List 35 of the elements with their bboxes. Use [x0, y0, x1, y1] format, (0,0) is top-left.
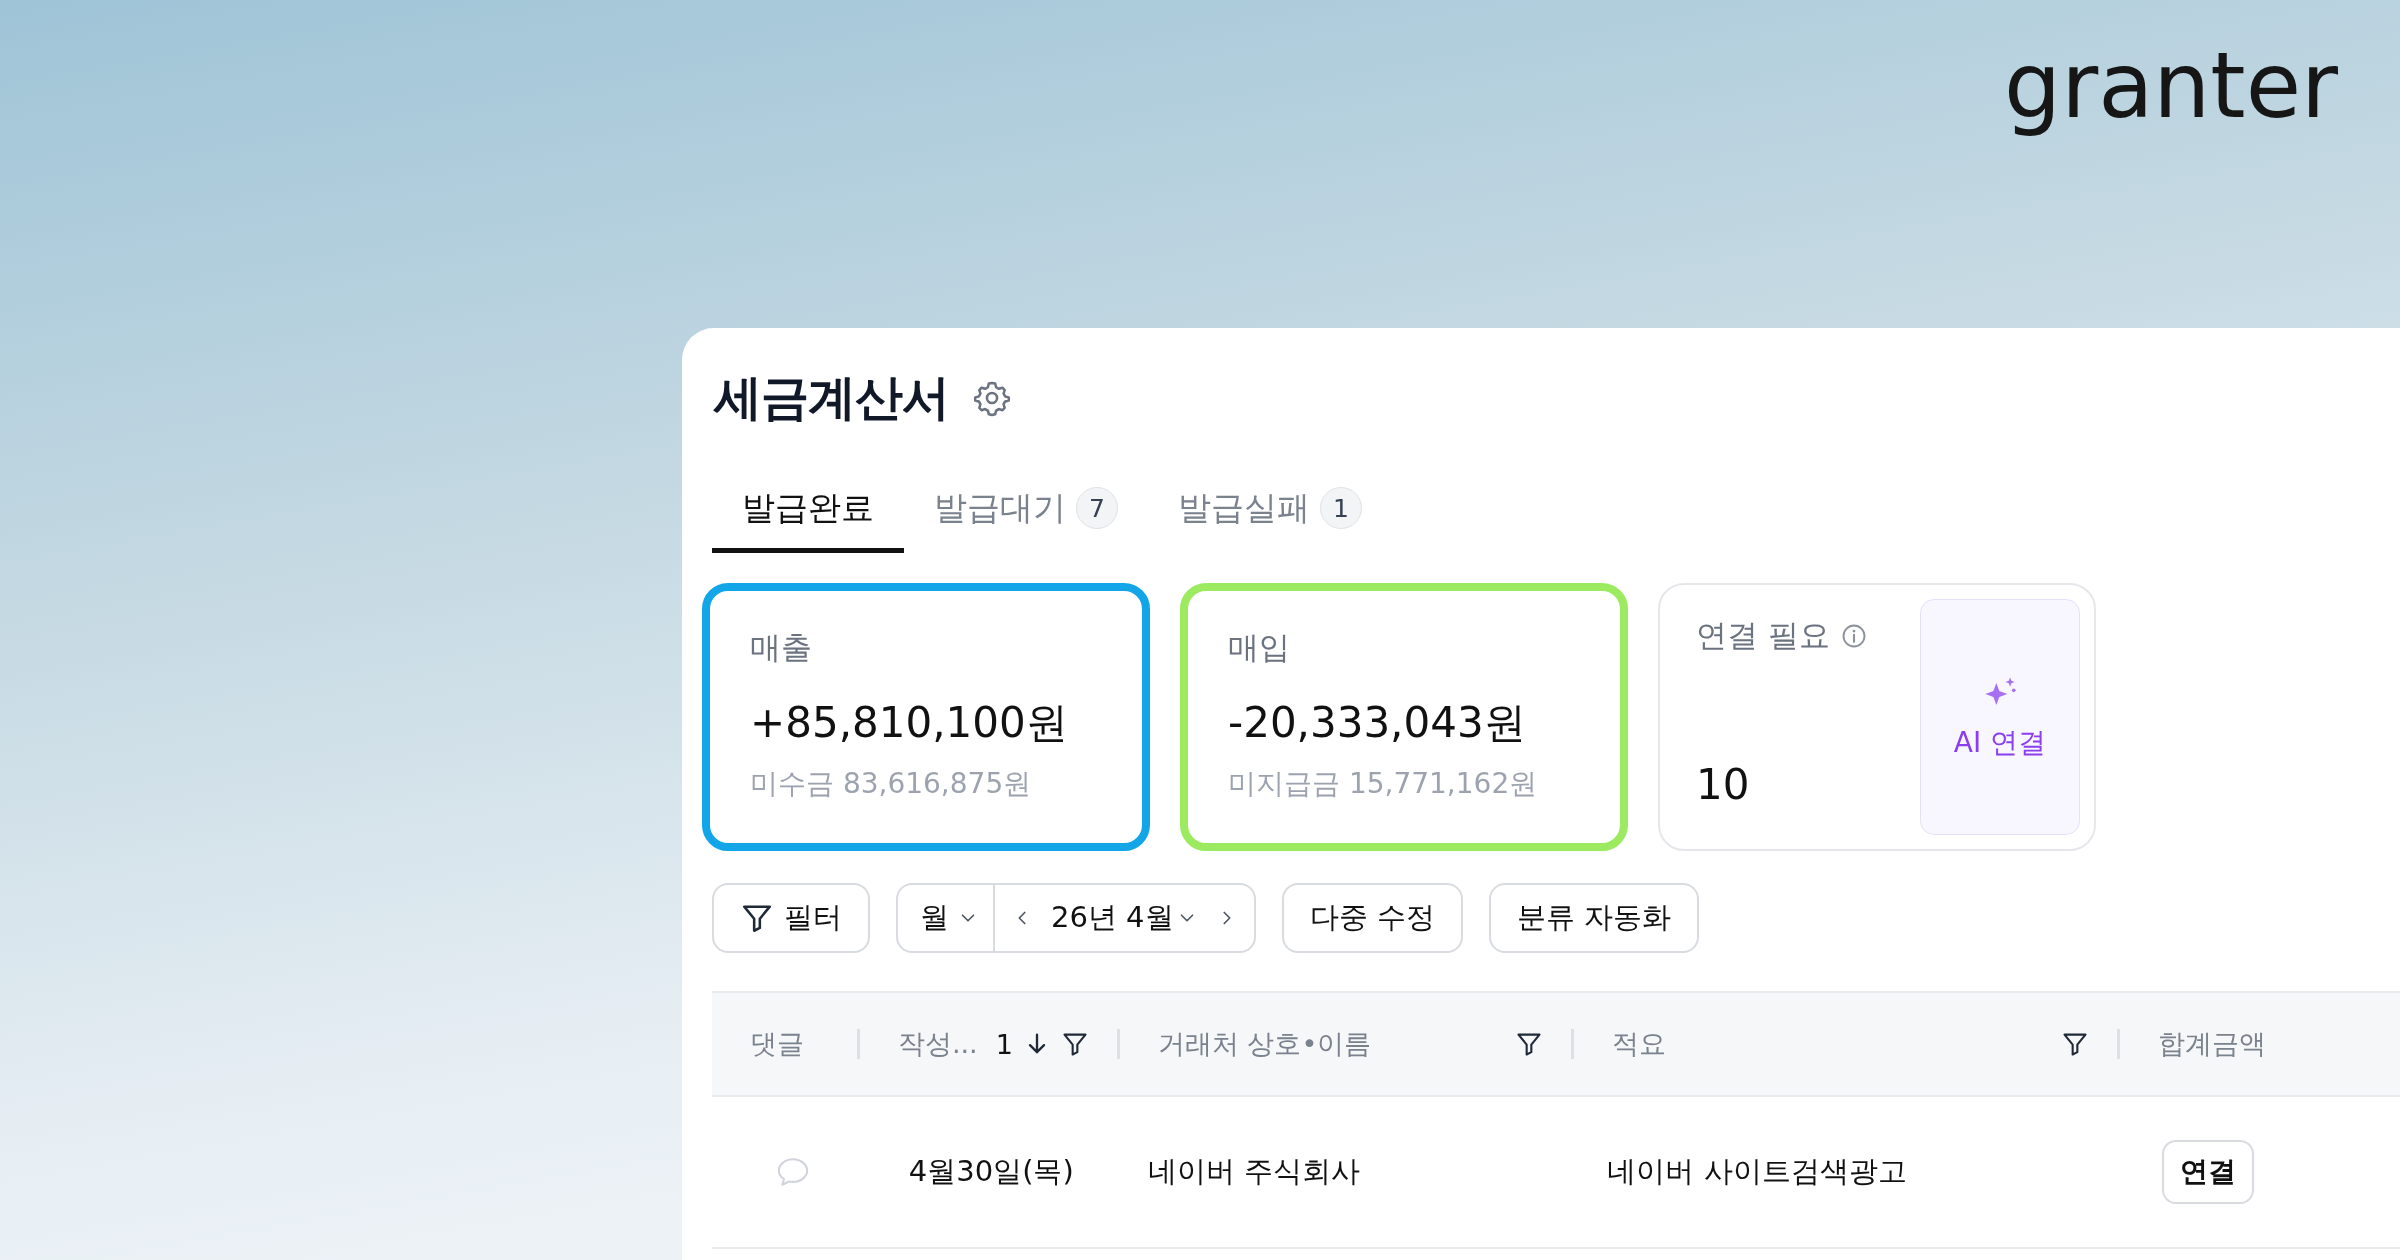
tab[interactable]: 발급완료 [712, 468, 904, 553]
date-dropdown[interactable]: 26년 4월 [1039, 898, 1210, 938]
amount-value: +85,810,100원 [750, 697, 1069, 749]
summary-card[interactable]: 매출 +85,810,100원 미수금 83,616,875원 [702, 583, 1150, 851]
count-badge: 7 [1076, 487, 1118, 529]
toolbar-button[interactable]: 다중 수정 [1281, 883, 1463, 953]
ai-connect-button[interactable]: AI 연결 [1920, 599, 2080, 835]
card-label: 매입 [1228, 628, 1291, 667]
connect-button[interactable]: 연결 [2162, 1140, 2255, 1204]
table-cell-text: 4월30일(목) [908, 1153, 1074, 1190]
outstanding-amount: 미지급금 15,771,162원 [1228, 766, 1539, 802]
tab[interactable]: 발급대기 7 [904, 468, 1148, 553]
page-title: 세금계산서 [714, 368, 949, 427]
sort-rank: 1 [995, 1028, 1013, 1060]
summary-card[interactable]: 연결 필요 10 AI 연결 [1658, 583, 2096, 851]
table-cell-text: 네이버 사이트검색광고 [1607, 1153, 1907, 1190]
column-header[interactable]: 작성... [897, 1026, 978, 1062]
count-badge: 1 [1320, 487, 1362, 529]
filter-button[interactable]: 필터 [712, 883, 870, 953]
logo: granter [2004, 32, 2338, 140]
toolbar-button[interactable]: 분류 자동화 [1488, 883, 1699, 953]
tab[interactable]: 발급실패 1 [1148, 468, 1392, 553]
column-header[interactable]: 합계금액 [2158, 1026, 2266, 1062]
outstanding-amount: 미수금 83,616,875원 [750, 766, 1033, 802]
column-header[interactable]: 댓글 [750, 1026, 804, 1062]
period-dropdown[interactable]: 월 [898, 885, 995, 951]
table-cell-text: 네이버 주식회사 [1147, 1153, 1360, 1190]
summary-card[interactable]: 매입 -20,333,043원 미지급금 15,771,162원 [1180, 583, 1628, 851]
card-label: 연결 필요 [1696, 616, 1830, 655]
card-label: 매출 [750, 628, 813, 667]
settings-icon[interactable] [973, 379, 1011, 417]
count-value: 10 [1696, 760, 1751, 809]
amount-value: -20,333,043원 [1228, 697, 1527, 749]
column-header[interactable]: 적요 [1611, 1026, 1666, 1062]
column-header[interactable]: 거래처 상호•이름 [1157, 1026, 1372, 1062]
